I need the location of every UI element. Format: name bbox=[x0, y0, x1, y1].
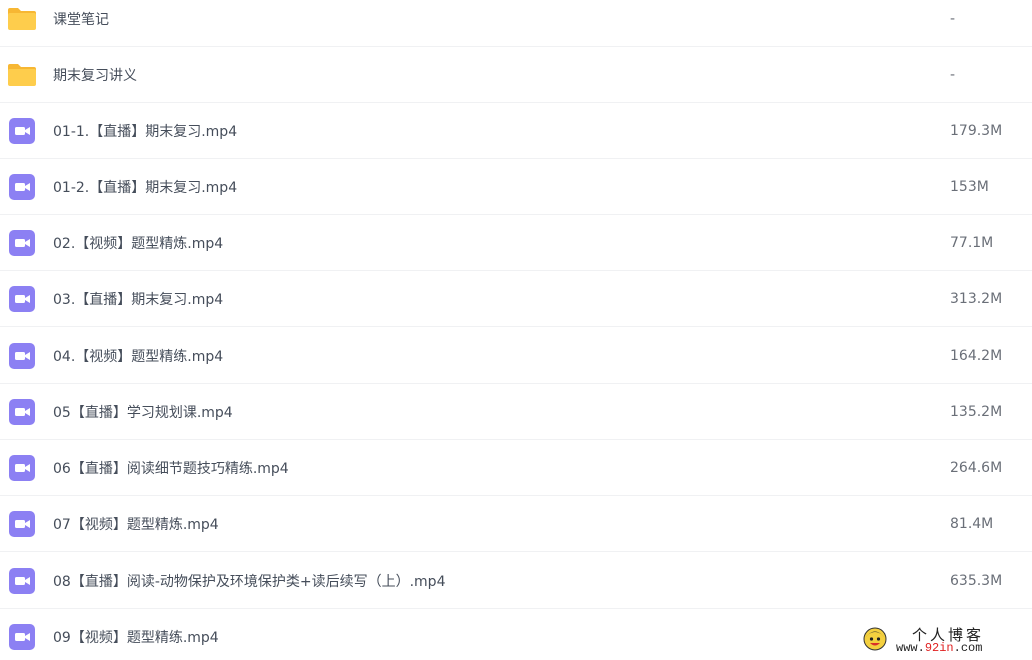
file-size: 164.2M bbox=[950, 347, 1003, 364]
video-file-icon bbox=[9, 285, 35, 312]
video-file-icon bbox=[9, 567, 35, 594]
file-row[interactable]: 06【直播】阅读细节题技巧精练.mp4 264.6M bbox=[0, 440, 1032, 496]
file-name[interactable]: 04.【视频】题型精练.mp4 bbox=[53, 346, 223, 366]
watermark-url: www.92in.com bbox=[896, 641, 982, 655]
video-file-icon bbox=[9, 342, 35, 369]
watermark: 个人博客 www.92in.com bbox=[862, 624, 1032, 660]
file-size: 635.3M bbox=[950, 572, 1003, 589]
file-name[interactable]: 期末复习讲义 bbox=[53, 65, 137, 85]
file-name[interactable]: 08【直播】阅读-动物保护及环境保护类+读后续写（上）.mp4 bbox=[53, 571, 445, 591]
file-size: 153M bbox=[950, 178, 989, 195]
video-file-icon bbox=[9, 454, 35, 481]
video-file-icon bbox=[9, 229, 35, 256]
file-list: 课堂笔记 - 期末复习讲义 - 01-1.【直播】期末复习.mp4 179.3M… bbox=[0, 0, 1032, 660]
mascot-icon bbox=[863, 627, 887, 651]
watermark-url-prefix: www. bbox=[896, 641, 925, 655]
file-name[interactable]: 课堂笔记 bbox=[53, 9, 109, 29]
file-row[interactable]: 01-1.【直播】期末复习.mp4 179.3M bbox=[0, 103, 1032, 159]
folder-icon bbox=[8, 7, 36, 30]
video-file-icon bbox=[9, 173, 35, 200]
file-size: 313.2M bbox=[950, 290, 1003, 307]
file-row[interactable]: 05【直播】学习规划课.mp4 135.2M bbox=[0, 384, 1032, 440]
file-size: 81.4M bbox=[950, 515, 994, 532]
file-row[interactable]: 01-2.【直播】期末复习.mp4 153M bbox=[0, 159, 1032, 215]
video-file-icon bbox=[9, 510, 35, 537]
file-name[interactable]: 03.【直播】期末复习.mp4 bbox=[53, 289, 223, 309]
file-row[interactable]: 04.【视频】题型精练.mp4 164.2M bbox=[0, 328, 1032, 384]
file-row[interactable]: 08【直播】阅读-动物保护及环境保护类+读后续写（上）.mp4 635.3M bbox=[0, 553, 1032, 609]
file-size: 264.6M bbox=[950, 459, 1003, 476]
folder-icon bbox=[8, 63, 36, 86]
folder-row[interactable]: 课堂笔记 - bbox=[0, 0, 1032, 47]
file-row[interactable]: 07【视频】题型精炼.mp4 81.4M bbox=[0, 496, 1032, 552]
file-name[interactable]: 01-2.【直播】期末复习.mp4 bbox=[53, 177, 237, 197]
video-file-icon bbox=[9, 117, 35, 144]
file-size: 135.2M bbox=[950, 403, 1003, 420]
file-size: 77.1M bbox=[950, 234, 994, 251]
file-row[interactable]: 03.【直播】期末复习.mp4 313.2M bbox=[0, 271, 1032, 327]
file-size: - bbox=[950, 66, 956, 83]
folder-row[interactable]: 期末复习讲义 - bbox=[0, 47, 1032, 103]
file-row[interactable]: 02.【视频】题型精炼.mp4 77.1M bbox=[0, 215, 1032, 271]
file-name[interactable]: 02.【视频】题型精炼.mp4 bbox=[53, 233, 223, 253]
file-size: - bbox=[950, 10, 956, 27]
file-name[interactable]: 01-1.【直播】期末复习.mp4 bbox=[53, 121, 237, 141]
file-name[interactable]: 07【视频】题型精炼.mp4 bbox=[53, 514, 219, 534]
file-name[interactable]: 09【视频】题型精练.mp4 bbox=[53, 627, 219, 647]
watermark-url-suffix: .com bbox=[953, 641, 983, 655]
file-name[interactable]: 06【直播】阅读细节题技巧精练.mp4 bbox=[53, 458, 289, 478]
video-file-icon bbox=[9, 398, 35, 425]
file-size: 179.3M bbox=[950, 122, 1003, 139]
watermark-url-highlight: 92in bbox=[924, 641, 954, 655]
video-file-icon bbox=[9, 623, 35, 650]
file-name[interactable]: 05【直播】学习规划课.mp4 bbox=[53, 402, 233, 422]
